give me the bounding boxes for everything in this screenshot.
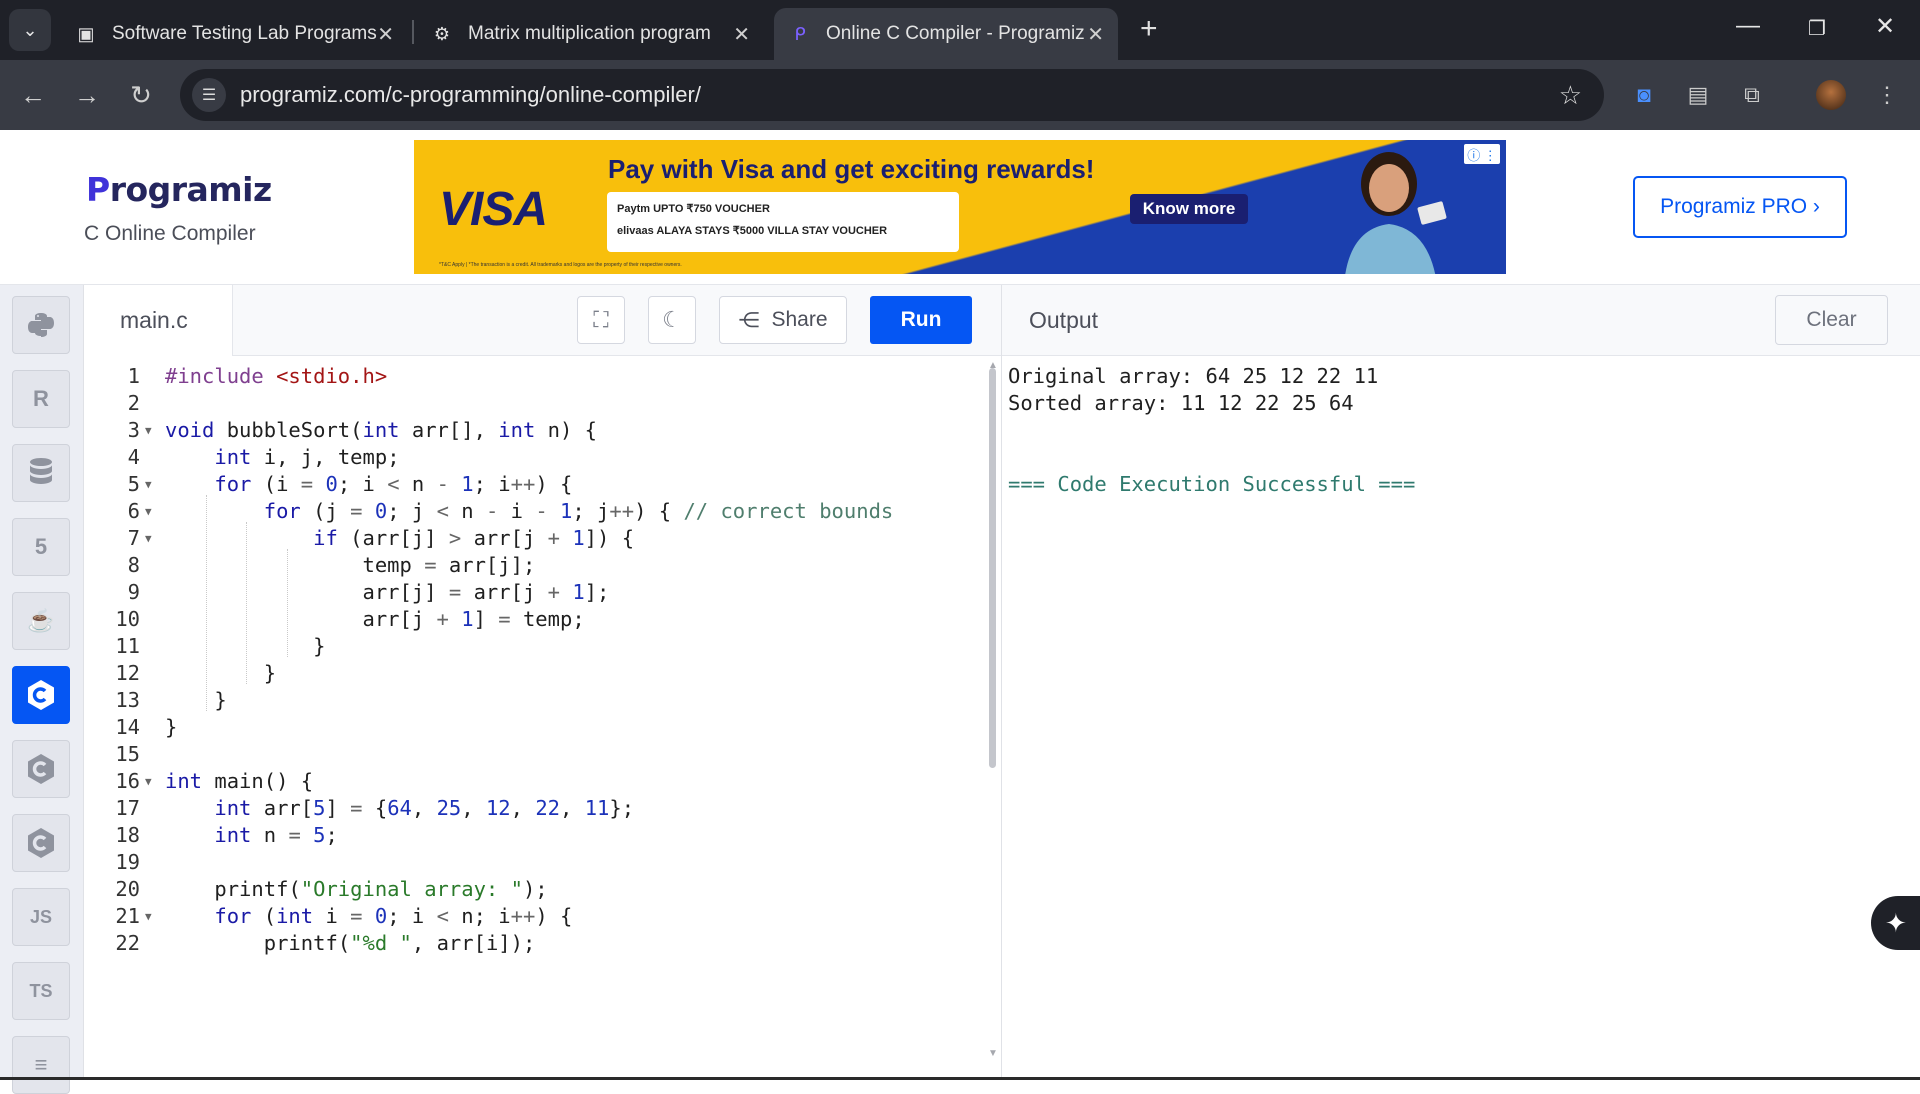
site-header: Programiz C Online Compiler VISA Pay wit… (0, 130, 1920, 285)
tab-online-c-compiler[interactable]: ᑭ Online C Compiler - Programiz ✕ (774, 8, 1118, 60)
editor-toolbar: main.c ⛶ ☾ ⋲ Share Run (85, 285, 1001, 356)
tab-title: Software Testing Lab Programs (112, 23, 377, 44)
close-icon[interactable]: ✕ (1087, 22, 1104, 47)
fullscreen-icon[interactable]: ⛶ (577, 296, 625, 344)
classroom-icon: ▣ (77, 23, 95, 44)
ad-voucher-box: Paytm UPTO ₹750 VOUCHER elivaas ALAYA ST… (607, 192, 959, 252)
minimize-button[interactable]: — (1728, 12, 1768, 40)
ai-sparkle-button[interactable]: ✦ (1871, 896, 1920, 950)
clear-button[interactable]: Clear (1775, 295, 1888, 345)
extension-icon[interactable]: ◙ (1627, 78, 1661, 112)
c-language-icon[interactable] (12, 666, 70, 724)
back-button[interactable]: ← (14, 76, 52, 114)
close-icon[interactable]: ✕ (377, 22, 394, 47)
browser-tab-bar: ⌄ ▣ Software Testing Lab Programs ✕ ⚙ Ma… (0, 0, 1920, 60)
language-sidebar: R 5 ☕ JS TS ≡ (0, 285, 84, 1094)
programiz-icon: ᑭ (794, 23, 806, 44)
url-text[interactable]: programiz.com/c-programming/online-compi… (240, 82, 701, 108)
browser-toolbar: ← → ↻ ☰ programiz.com/c-programming/onli… (0, 60, 1920, 130)
menu-dots-icon[interactable]: ⋮ (1870, 78, 1904, 112)
profile-avatar[interactable] (1816, 80, 1846, 110)
tab-separator (412, 20, 414, 44)
forward-button[interactable]: → (68, 76, 106, 114)
r-language-icon[interactable]: R (12, 370, 70, 428)
code-editor[interactable]: 1 #include <stdio.h> 2 3 ▼ void bubbleSort(in… (85, 356, 1001, 1080)
share-icon: ⋲ (738, 308, 760, 332)
extensions-puzzle-icon[interactable]: ⧉ (1735, 78, 1769, 112)
tab-matrix-multiplication[interactable]: ⚙ Matrix multiplication program ✕ (416, 8, 764, 60)
extension-icon[interactable]: ▤ (1681, 78, 1715, 112)
visa-logo: VISA (439, 183, 548, 236)
ad-know-more-button[interactable]: Know more (1130, 194, 1248, 224)
pane-divider[interactable] (1001, 285, 1002, 1080)
sql-database-icon[interactable] (12, 444, 70, 502)
cpp-icon[interactable] (12, 740, 70, 798)
dark-mode-moon-icon[interactable]: ☾ (648, 296, 696, 344)
ad-person-image (1345, 152, 1447, 274)
site-info-icon[interactable]: ☰ (192, 78, 226, 112)
more-languages-icon[interactable]: ≡ (12, 1036, 70, 1094)
typescript-icon[interactable]: TS (12, 962, 70, 1020)
ad-info-icon[interactable]: ⓘ ⋮ (1464, 144, 1500, 164)
file-tab-main-c[interactable]: main.c (85, 285, 233, 356)
output-line: === Code Execution Successful === (1008, 472, 1416, 496)
ad-voucher-1: Paytm UPTO ₹750 VOUCHER (617, 203, 770, 215)
html5-icon[interactable]: 5 (12, 518, 70, 576)
new-tab-button[interactable]: + (1140, 14, 1158, 44)
output-header: Output Clear (1002, 285, 1920, 356)
bookmark-star-icon[interactable]: ☆ (1559, 80, 1582, 111)
visa-ad-banner[interactable]: VISA Pay with Visa and get exciting rewa… (414, 140, 1506, 274)
csharp-icon[interactable] (12, 814, 70, 872)
tab-title: Online C Compiler - Programiz (826, 23, 1085, 44)
close-icon[interactable]: ✕ (733, 22, 750, 47)
tab-title: Matrix multiplication program (468, 23, 711, 44)
ad-fine-print: *T&C Apply | *The transaction is a credi… (439, 262, 682, 268)
indent-guide (246, 522, 248, 684)
chatgpt-icon: ⚙ (433, 23, 451, 44)
share-label: Share (771, 308, 828, 331)
ts-label: TS (29, 980, 53, 1001)
restore-button[interactable]: ❐ (1797, 16, 1837, 41)
run-button[interactable]: Run (870, 296, 972, 344)
code-line[interactable]: 22 printf("%d ", arr[i]); (85, 927, 985, 960)
share-button[interactable]: ⋲ Share (719, 296, 847, 344)
close-window-button[interactable]: ✕ (1865, 12, 1905, 41)
line-number: 22 (115, 931, 140, 955)
programiz-pro-button[interactable]: Programiz PRO › (1633, 176, 1847, 238)
tab-software-testing[interactable]: ▣ Software Testing Lab Programs ✕ (60, 8, 408, 60)
tab-search-button[interactable]: ⌄ (9, 9, 51, 51)
java-icon[interactable]: ☕ (12, 592, 70, 650)
output-line: Sorted array: 11 12 22 25 64 (1008, 391, 1354, 415)
code-text: printf("%d ", arr[i]); (263, 931, 536, 955)
programiz-logo[interactable]: Programiz (86, 170, 272, 209)
ad-headline: Pay with Visa and get exciting rewards! (608, 154, 1095, 184)
js-label: JS (29, 906, 53, 927)
editor-scrollbar[interactable] (989, 368, 996, 768)
python-icon[interactable] (12, 296, 70, 354)
scroll-down-arrow[interactable]: ▼ (988, 1048, 998, 1059)
page-subtitle: C Online Compiler (84, 222, 256, 245)
ad-voucher-2: elivaas ALAYA STAYS ₹5000 VILLA STAY VOU… (617, 225, 888, 237)
indent-guide (286, 549, 288, 657)
reload-button[interactable]: ↻ (122, 76, 160, 114)
address-bar[interactable]: ☰ programiz.com/c-programming/online-com… (180, 69, 1604, 121)
javascript-icon[interactable]: JS (12, 888, 70, 946)
output-title: Output (1029, 307, 1099, 333)
indent-guide (205, 495, 207, 711)
